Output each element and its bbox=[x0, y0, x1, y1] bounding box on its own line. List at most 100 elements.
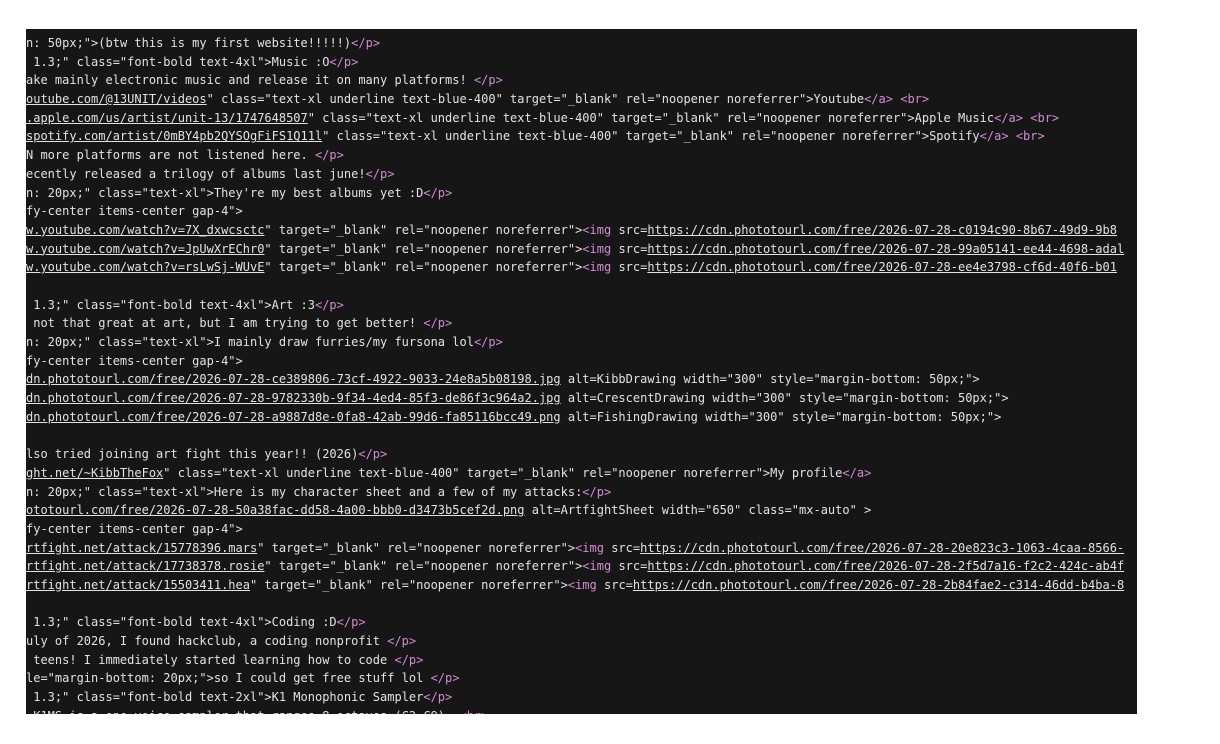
code-line[interactable]: fy-center items-center gap-4"> bbox=[26, 202, 1137, 221]
code-line[interactable]: 1.3;" class="font-bold text-4xl">Art :3<… bbox=[26, 296, 1137, 315]
code-text: 50px;"> bbox=[47, 36, 99, 50]
code-tag: <br> bbox=[900, 92, 930, 107]
code-text: not that great at art, but I am trying t… bbox=[26, 316, 424, 331]
code-text: le="margin-bottom: 20px;">so I could get… bbox=[26, 671, 431, 686]
code-tag: </a> bbox=[864, 92, 893, 107]
code-tag: </p> bbox=[423, 316, 453, 331]
code-tag: </p> bbox=[336, 615, 366, 630]
code-line[interactable]: rtfight.net/attack/17738378.rosie" targe… bbox=[26, 557, 1137, 576]
code-line[interactable]: 1.3;" class="font-bold text-4xl">Music :… bbox=[26, 53, 1137, 72]
code-tag: </a> bbox=[994, 110, 1024, 125]
code-tag: </a> bbox=[979, 129, 1009, 144]
code-tag: <img bbox=[575, 540, 604, 555]
code-tag: </p> bbox=[582, 484, 612, 499]
code-tag: </p> bbox=[473, 335, 503, 349]
code-text: ake mainly electronic music and release … bbox=[26, 73, 474, 88]
code-url[interactable]: https://cdn.phototourl.com/free/2026-07-… bbox=[647, 559, 1124, 573]
code-text: n: 20px;" class="text-xl">I mainly draw … bbox=[26, 335, 474, 349]
code-url[interactable]: w.youtube.com/watch?v=JpUwXrEChr0 bbox=[26, 242, 264, 256]
code-url[interactable]: rtfight.net/attack/15503411.hea bbox=[26, 578, 250, 592]
code-url[interactable]: dn.phototourl.com/free/2026-07-28-ce3898… bbox=[26, 372, 561, 386]
code-editor[interactable]: n: 50px;">(btw this is my first website!… bbox=[26, 29, 1137, 714]
code-line[interactable]: dn.phototourl.com/free/2026-07-28-ce3898… bbox=[26, 370, 1137, 389]
code-text: src= bbox=[611, 559, 648, 574]
code-line[interactable]: fy-center items-center gap-4"> bbox=[26, 520, 1137, 539]
code-line[interactable] bbox=[26, 277, 1137, 296]
code-line[interactable]: 1.3;" class="font-bold text-4xl">Coding … bbox=[26, 613, 1137, 632]
code-text: n: 20px;" class="text-xl">Here is my cha… bbox=[26, 484, 583, 499]
code-url[interactable]: rtfight.net/attack/17738378.rosie bbox=[26, 559, 264, 573]
code-text: " target="_blank" rel="noopener noreferr… bbox=[257, 540, 576, 555]
code-line[interactable]: teens! I immediately started learning ho… bbox=[26, 651, 1137, 670]
code-line[interactable]: le="margin-bottom: 20px;">so I could get… bbox=[26, 669, 1137, 688]
code-line[interactable]: N more platforms are not listened here. … bbox=[26, 146, 1137, 165]
code-text: n: bbox=[26, 36, 48, 50]
code-text: 1.3;" class="font-bold text-4xl">Art :3 bbox=[26, 297, 315, 312]
code-url[interactable]: https://cdn.phototourl.com/free/2026-07-… bbox=[647, 223, 1117, 237]
code-line[interactable]: ake mainly electronic music and release … bbox=[26, 71, 1137, 90]
code-tag: </p> bbox=[473, 73, 503, 88]
code-url[interactable]: spotify.com/artist/0mBY4pb2QYSOgFiFS1Q11… bbox=[26, 129, 322, 143]
code-url[interactable]: https://cdn.phototourl.com/free/2026-07-… bbox=[647, 242, 1124, 256]
code-tag: </p> bbox=[358, 447, 388, 462]
code-tag: </p> bbox=[430, 671, 460, 686]
code-line[interactable]: spotify.com/artist/0mBY4pb2QYSOgFiFS1Q11… bbox=[26, 127, 1137, 146]
code-line[interactable]: dn.phototourl.com/free/2026-07-28-a9887d… bbox=[26, 408, 1137, 427]
code-text: " target="_blank" rel="noopener noreferr… bbox=[264, 222, 583, 237]
code-url[interactable]: w.youtube.com/watch?v=7X_dxwcsctc bbox=[26, 223, 264, 237]
code-url[interactable]: w.youtube.com/watch?v=rsLwSj-WUvE bbox=[26, 260, 264, 274]
code-text: " target="_blank" rel="noopener noreferr… bbox=[249, 577, 568, 592]
code-url[interactable]: dn.phototourl.com/free/2026-07-28-a9887d… bbox=[26, 410, 561, 424]
code-line[interactable]: K1MS is a one-voice sampler that ranges … bbox=[26, 707, 1137, 714]
code-line[interactable]: lso tried joining art fight this year!! … bbox=[26, 445, 1137, 464]
code-line[interactable]: w.youtube.com/watch?v=JpUwXrEChr0" targe… bbox=[26, 240, 1137, 259]
code-url[interactable]: ght.net/~KibbTheFox bbox=[26, 466, 163, 480]
code-text: alt=CrescentDrawing width="300" style="m… bbox=[560, 391, 1009, 406]
code-line[interactable]: w.youtube.com/watch?v=rsLwSj-WUvE" targe… bbox=[26, 258, 1137, 277]
code-line[interactable]: 1.3;" class="font-bold text-2xl">K1 Mono… bbox=[26, 688, 1137, 707]
code-line[interactable]: rtfight.net/attack/15503411.hea" target=… bbox=[26, 576, 1137, 595]
code-tag: </p> bbox=[351, 36, 381, 50]
code-line[interactable]: rtfight.net/attack/15778396.mars" target… bbox=[26, 539, 1137, 558]
code-line[interactable]: ototourl.com/free/2026-07-28-50a38fac-dd… bbox=[26, 501, 1137, 520]
code-url[interactable]: https://cdn.phototourl.com/free/2026-07-… bbox=[647, 260, 1117, 274]
code-line[interactable]: n: 50px;">(btw this is my first website!… bbox=[26, 34, 1137, 53]
code-line[interactable]: outube.com/@13UNIT/videos" class="text-x… bbox=[26, 90, 1137, 109]
code-text: ecently released a trilogy of albums las… bbox=[26, 166, 366, 181]
code-text: uly of 2026, I found hackclub, a coding … bbox=[26, 634, 388, 648]
code-url[interactable]: https://cdn.phototourl.com/free/2026-07-… bbox=[633, 578, 1124, 592]
code-text: K1MS is a one-voice sampler that ranges … bbox=[26, 709, 459, 714]
code-url[interactable]: outube.com/@13UNIT/videos bbox=[26, 92, 207, 106]
code-line[interactable]: w.youtube.com/watch?v=7X_dxwcsctc" targe… bbox=[26, 221, 1137, 240]
code-tag: </a> bbox=[842, 465, 872, 480]
code-line[interactable]: n: 20px;" class="text-xl">I mainly draw … bbox=[26, 333, 1137, 352]
code-line[interactable]: n: 20px;" class="text-xl">They're my bes… bbox=[26, 184, 1137, 203]
code-line[interactable]: dn.phototourl.com/free/2026-07-28-978233… bbox=[26, 389, 1137, 408]
code-line[interactable]: fy-center items-center gap-4"> bbox=[26, 352, 1137, 371]
code-line[interactable]: ght.net/~KibbTheFox" class="text-xl unde… bbox=[26, 464, 1137, 483]
code-line[interactable]: ecently released a trilogy of albums las… bbox=[26, 165, 1137, 184]
code-text: N more platforms are not listened here. bbox=[26, 148, 315, 163]
code-content[interactable]: n: 50px;">(btw this is my first website!… bbox=[26, 34, 1137, 714]
code-text: 1.3;" class="font-bold text-4xl">Music :… bbox=[26, 54, 330, 69]
code-line[interactable] bbox=[26, 595, 1137, 614]
code-line[interactable]: uly of 2026, I found hackclub, a coding … bbox=[26, 632, 1137, 651]
code-line[interactable]: n: 20px;" class="text-xl">Here is my cha… bbox=[26, 483, 1137, 502]
code-text: " target="_blank" rel="noopener noreferr… bbox=[264, 241, 583, 256]
code-tag: </p> bbox=[394, 652, 424, 667]
code-tag: <br> bbox=[1015, 129, 1045, 144]
code-url[interactable]: ototourl.com/free/2026-07-28-50a38fac-dd… bbox=[26, 503, 525, 517]
code-tag: <img bbox=[567, 577, 597, 592]
code-url[interactable]: rtfight.net/attack/15778396.mars bbox=[26, 541, 257, 555]
code-line[interactable]: not that great at art, but I am trying t… bbox=[26, 314, 1137, 333]
code-url[interactable]: dn.phototourl.com/free/2026-07-28-978233… bbox=[26, 391, 561, 405]
code-line[interactable] bbox=[26, 426, 1137, 445]
code-text: src= bbox=[611, 260, 648, 275]
code-line[interactable]: .apple.com/us/artist/unit-13/1747648507"… bbox=[26, 109, 1137, 128]
code-text: (btw this is my first website!!!!!) bbox=[98, 36, 352, 50]
code-text: " target="_blank" rel="noopener noreferr… bbox=[264, 559, 583, 574]
code-url[interactable]: .apple.com/us/artist/unit-13/1747648507 bbox=[26, 111, 308, 125]
code-text: " class="text-xl underline text-blue-400… bbox=[322, 129, 980, 144]
code-url[interactable]: https://cdn.phototourl.com/free/2026-07-… bbox=[640, 541, 1124, 555]
code-tag: <br> bbox=[1030, 110, 1060, 125]
